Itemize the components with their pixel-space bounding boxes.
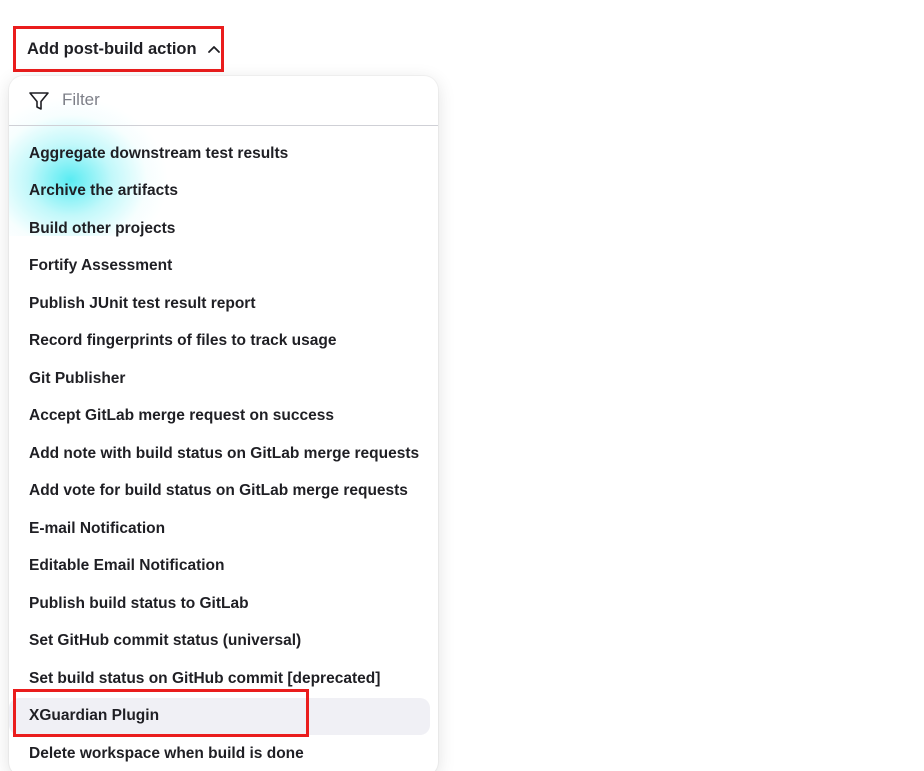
- add-post-build-action-button[interactable]: Add post-build action: [13, 26, 224, 72]
- menu-item[interactable]: Accept GitLab merge request on success: [9, 398, 438, 436]
- menu-item[interactable]: Editable Email Notification: [9, 548, 438, 586]
- chevron-up-icon: [207, 42, 221, 56]
- menu-item[interactable]: Publish JUnit test result report: [9, 285, 438, 323]
- page: Add post-build action Aggregate downstre…: [0, 0, 924, 771]
- menu-item[interactable]: Fortify Assessment: [9, 248, 438, 286]
- filter-row: [9, 76, 438, 126]
- action-menu-list: Aggregate downstream test results Archive…: [9, 135, 438, 771]
- menu-item[interactable]: Publish build status to GitLab: [9, 585, 438, 623]
- menu-item[interactable]: Archive the artifacts: [9, 173, 438, 211]
- menu-item[interactable]: Add note with build status on GitLab mer…: [9, 435, 438, 473]
- menu-item[interactable]: XGuardian Plugin: [9, 697, 430, 735]
- filter-input[interactable]: [62, 87, 422, 113]
- filter-funnel-icon: [28, 90, 50, 112]
- menu-item[interactable]: Set build status on GitHub commit [depre…: [9, 660, 438, 698]
- menu-item[interactable]: E-mail Notification: [9, 510, 438, 548]
- post-build-action-dropdown: Aggregate downstream test resultsArchive…: [9, 76, 438, 771]
- menu-item[interactable]: Record fingerprints of files to track us…: [9, 323, 438, 361]
- add-post-build-action-label: Add post-build action: [27, 39, 197, 58]
- menu-item[interactable]: Aggregate downstream test results: [9, 135, 438, 173]
- menu-item[interactable]: Build other projects: [9, 210, 438, 248]
- menu-item[interactable]: Git Publisher: [9, 360, 438, 398]
- menu-item[interactable]: Delete workspace when build is done: [9, 735, 438, 771]
- menu-item[interactable]: Add vote for build status on GitLab merg…: [9, 473, 438, 511]
- menu-item[interactable]: Set GitHub commit status (universal): [9, 623, 438, 661]
